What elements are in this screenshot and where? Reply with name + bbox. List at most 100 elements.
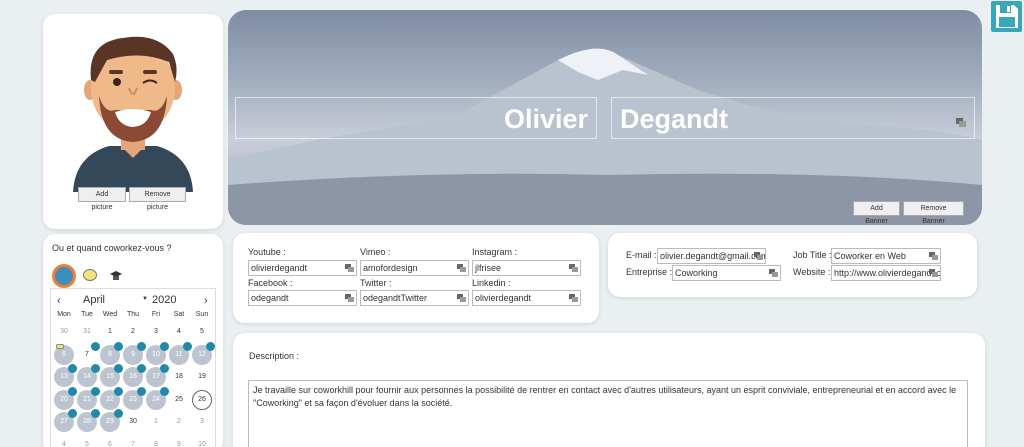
calendar-day[interactable]: 10 xyxy=(192,435,212,447)
calendar-day[interactable]: 30 xyxy=(54,322,74,342)
calendar-day[interactable]: 16 xyxy=(123,364,146,387)
youtube-field[interactable]: olivierdegandt xyxy=(248,260,357,276)
booking-indicator xyxy=(206,341,215,351)
description-textarea[interactable]: Je travaille sur coworkhill pour fournir… xyxy=(248,380,968,447)
calendar-day[interactable]: 18 xyxy=(169,367,189,387)
entreprise-field[interactable]: Coworking xyxy=(672,265,781,281)
coworking-mini-icon xyxy=(56,343,64,349)
prev-month-icon[interactable]: ‹ xyxy=(57,295,61,307)
profile-banner: Olivier Degandt Add Banner Remove Banner xyxy=(228,10,982,225)
calendar-day[interactable]: 2 xyxy=(123,322,143,342)
booking-indicator xyxy=(160,364,169,373)
twitter-value: odegandtTwitter xyxy=(363,293,428,303)
calendar-day[interactable]: 9 xyxy=(123,341,146,365)
calendar-day[interactable]: 24 xyxy=(146,386,169,410)
calendar-month[interactable]: April xyxy=(83,294,105,306)
calendar-day[interactable]: 31 xyxy=(77,322,97,342)
avatar xyxy=(71,28,195,192)
calendar-day[interactable]: 1 xyxy=(146,412,166,432)
calendar-day[interactable]: 4 xyxy=(54,435,74,447)
job-title-value: Coworker en Web xyxy=(834,251,906,261)
first-name-box[interactable]: Olivier xyxy=(235,97,597,139)
linkedin-field[interactable]: olivierdegandt xyxy=(472,290,581,306)
field-edit-icon[interactable] xyxy=(345,264,354,272)
calendar-day[interactable]: 17 xyxy=(146,364,169,387)
last-name-box[interactable]: Degandt xyxy=(611,97,975,139)
email-field[interactable]: olivier.degandt@gmail.com xyxy=(657,248,766,264)
weekday-sun: Sun xyxy=(195,311,209,318)
save-icon[interactable] xyxy=(991,1,1022,32)
calendar-day[interactable]: 7 xyxy=(77,341,100,365)
facebook-field[interactable]: odegandt xyxy=(248,290,357,306)
calendar-day[interactable]: 8 xyxy=(146,435,166,447)
calendar-day[interactable]: 2 xyxy=(169,412,189,432)
linkedin-value: olivierdegandt xyxy=(475,293,532,303)
calendar-day[interactable]: 12 xyxy=(192,341,215,365)
field-edit-icon[interactable] xyxy=(345,294,354,302)
website-field[interactable]: http://www.olivierdegandt.com xyxy=(831,265,941,281)
field-edit-icon[interactable] xyxy=(929,252,938,260)
calendar-day[interactable]: 23 xyxy=(123,386,146,410)
calendar-day[interactable]: 19 xyxy=(192,367,212,387)
calendar-day[interactable]: 3 xyxy=(192,412,212,432)
coworking-location-icon[interactable] xyxy=(83,269,97,281)
last-name: Degandt xyxy=(620,104,728,134)
add-banner-button[interactable]: Add Banner xyxy=(853,201,900,225)
calendar-day[interactable]: 20 xyxy=(54,386,77,410)
booking-indicator xyxy=(137,386,146,396)
booking-indicator xyxy=(68,364,77,373)
calendar-day[interactable]: 10 xyxy=(146,341,169,365)
calendar-year[interactable]: 2020 xyxy=(152,294,176,306)
calendar-day[interactable]: 21 xyxy=(77,386,100,410)
calendar-day[interactable]: 4 xyxy=(169,322,189,342)
calendar-day[interactable]: 15 xyxy=(100,364,123,387)
instagram-label: Instagram : xyxy=(472,247,518,257)
field-edit-icon[interactable] xyxy=(754,252,763,260)
field-edit-icon[interactable] xyxy=(929,269,938,277)
booking-indicator xyxy=(68,409,77,418)
calendar-day[interactable]: 8 xyxy=(100,341,123,365)
field-edit-icon[interactable] xyxy=(569,264,578,272)
entreprise-label: Entreprise : xyxy=(626,267,673,277)
calendar-day[interactable]: 14 xyxy=(77,364,100,387)
vimeo-field[interactable]: amofordesign xyxy=(360,260,469,276)
calendar-day[interactable]: 7 xyxy=(123,435,143,447)
field-edit-icon[interactable] xyxy=(457,264,466,272)
booking-indicator xyxy=(91,364,100,373)
calendar-day[interactable]: 22 xyxy=(100,386,123,410)
calendar-day[interactable]: 6 xyxy=(100,435,120,447)
calendar-day[interactable]: 26 xyxy=(192,389,212,410)
calendar-day[interactable]: 3 xyxy=(146,322,166,342)
field-edit-icon[interactable] xyxy=(569,294,578,302)
remove-banner-button[interactable]: Remove Banner xyxy=(903,201,964,225)
calendar-day[interactable]: 25 xyxy=(169,390,189,410)
calendar-day[interactable]: 29 xyxy=(100,409,123,432)
school-location-icon[interactable] xyxy=(110,269,122,281)
month-dropdown-icon[interactable]: ▼ xyxy=(142,296,148,302)
job-title-label: Job Title : xyxy=(793,250,832,260)
field-edit-icon[interactable] xyxy=(769,269,778,277)
calendar-day[interactable]: 13 xyxy=(54,364,77,387)
next-month-icon[interactable]: › xyxy=(204,295,208,307)
add-picture-button[interactable]: Add picture xyxy=(78,187,126,211)
description-label: Description : xyxy=(249,351,300,361)
calendar-day[interactable]: 30 xyxy=(123,412,143,432)
calendar-day[interactable]: 9 xyxy=(169,435,189,447)
home-location-icon[interactable] xyxy=(52,264,76,288)
calendar-day[interactable]: 5 xyxy=(77,435,97,447)
calendar-day[interactable]: 28 xyxy=(77,409,100,432)
instagram-field[interactable]: jlfrisee xyxy=(472,260,581,276)
twitter-field[interactable]: odegandtTwitter xyxy=(360,290,469,306)
vimeo-value: amofordesign xyxy=(363,263,418,273)
field-edit-icon[interactable] xyxy=(457,294,466,302)
calendar-day[interactable]: 11 xyxy=(169,341,192,365)
job-title-field[interactable]: Coworker en Web xyxy=(831,248,941,264)
calendar-day[interactable]: 6 xyxy=(54,343,74,365)
calendar-day[interactable]: 5 xyxy=(192,322,212,342)
calendar-day[interactable]: 1 xyxy=(100,322,120,342)
remove-picture-button[interactable]: Remove picture xyxy=(129,187,186,211)
website-value: http://www.olivierdegandt.com xyxy=(834,268,941,278)
calendar-day[interactable]: 27 xyxy=(54,409,77,432)
booking-indicator xyxy=(68,386,77,396)
edit-icon[interactable] xyxy=(956,114,966,127)
